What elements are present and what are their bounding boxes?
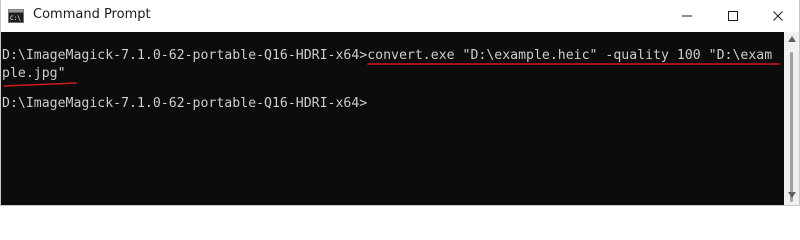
scroll-down-arrow-icon[interactable]: [784, 192, 799, 202]
console-line: D:\ImageMagick-7.1.0-62-portable-Q16-HDR…: [2, 45, 772, 66]
console-line: ple.jpg": [2, 63, 66, 84]
vertical-scrollbar[interactable]: [784, 32, 799, 205]
close-button[interactable]: [755, 0, 799, 32]
minimize-button[interactable]: [664, 0, 710, 32]
svg-text:C:\: C:\: [10, 15, 21, 22]
command-prompt-window: C:\ Command Prompt D:\ImageMagick-7.1.0-…: [0, 0, 800, 206]
close-icon: [772, 7, 784, 26]
maximize-button[interactable]: [710, 0, 756, 32]
console-line: D:\ImageMagick-7.1.0-62-portable-Q16-HDR…: [2, 93, 367, 114]
command-text: ple.jpg": [2, 66, 66, 81]
title-bar[interactable]: C:\ Command Prompt: [1, 0, 799, 32]
minimize-icon: [681, 7, 693, 26]
scrollbar-thumb[interactable]: [790, 52, 793, 202]
maximize-icon: [727, 7, 739, 26]
window-title: Command Prompt: [33, 7, 151, 22]
scroll-up-arrow-icon[interactable]: [784, 36, 799, 46]
console-output[interactable]: D:\ImageMagick-7.1.0-62-portable-Q16-HDR…: [1, 32, 785, 205]
prompt-text: D:\ImageMagick-7.1.0-62-portable-Q16-HDR…: [2, 96, 368, 111]
command-text: convert.exe "D:\example.heic" -quality 1…: [367, 48, 773, 63]
prompt-text: D:\ImageMagick-7.1.0-62-portable-Q16-HDR…: [2, 48, 368, 63]
cmd-icon: C:\: [8, 8, 24, 23]
